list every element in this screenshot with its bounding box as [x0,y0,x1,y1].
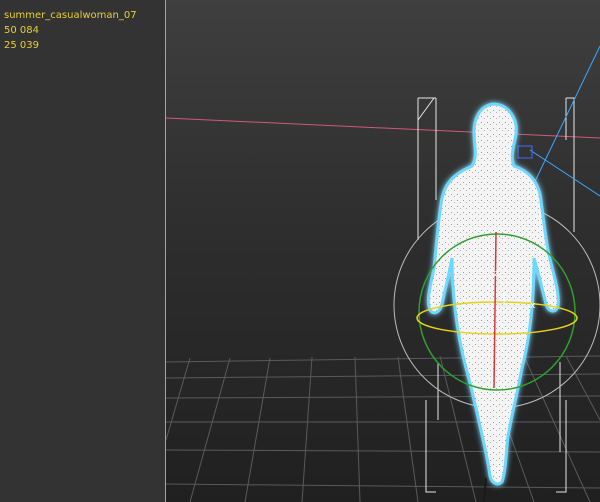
floor-grid [165,355,600,502]
axis-label-x: x [530,301,536,311]
axis-label-y: y [501,292,507,302]
object-statistics: summer_casualwoman_07 50 084 25 039 [4,8,137,53]
horizon-line [165,117,600,139]
axis-label-z: z [494,269,499,279]
pivot-line [483,477,487,502]
poly-count: 50 084 [4,25,39,36]
object-name: summer_casualwoman_07 [4,10,137,21]
vertex-count: 25 039 [4,40,39,51]
woman-model[interactable] [426,102,560,486]
left-panel: summer_casualwoman_07 50 084 25 039 [0,0,166,502]
light-target-icon[interactable] [517,145,533,159]
